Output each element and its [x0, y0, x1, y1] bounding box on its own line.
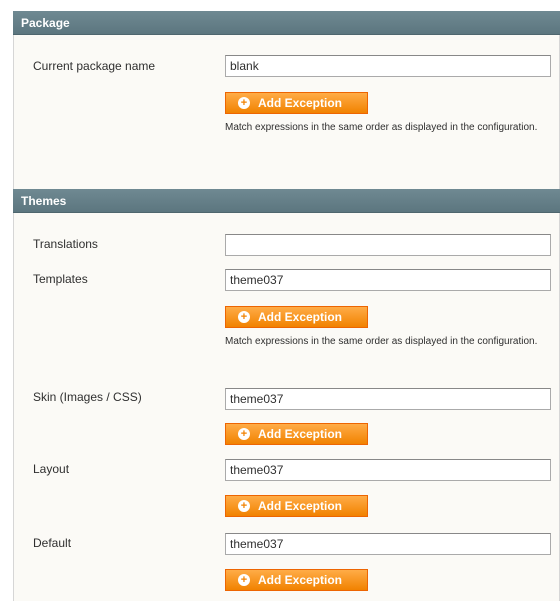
add-exception-label: Add Exception — [258, 96, 343, 110]
templates-note: Match expressions in the same order as d… — [225, 336, 538, 347]
package-add-exception-button[interactable]: + Add Exception — [225, 92, 368, 114]
plus-circle-icon: + — [238, 96, 250, 109]
layout-label: Layout — [33, 462, 70, 476]
layout-input[interactable] — [225, 459, 551, 481]
translations-label: Translations — [33, 237, 98, 251]
translations-input[interactable] — [225, 234, 551, 256]
skin-add-exception-button[interactable]: + Add Exception — [225, 423, 368, 445]
package-section-header[interactable]: Package — [13, 11, 560, 35]
add-exception-label: Add Exception — [258, 427, 343, 441]
default-input[interactable] — [225, 533, 551, 555]
package-note: Match expressions in the same order as d… — [225, 122, 538, 133]
current-package-input[interactable] — [225, 55, 551, 77]
add-exception-label: Add Exception — [258, 573, 343, 587]
add-exception-label: Add Exception — [258, 310, 343, 324]
skin-input[interactable] — [225, 388, 551, 410]
themes-section-header[interactable]: Themes — [13, 189, 560, 213]
design-config-page: Package Current package name + Add Except… — [0, 0, 560, 601]
templates-input[interactable] — [225, 269, 551, 291]
plus-circle-icon: + — [238, 310, 250, 323]
add-exception-label: Add Exception — [258, 499, 343, 513]
current-package-label: Current package name — [33, 59, 156, 73]
templates-add-exception-button[interactable]: + Add Exception — [225, 306, 368, 328]
default-add-exception-button[interactable]: + Add Exception — [225, 569, 368, 591]
package-header-title: Package — [21, 16, 70, 30]
themes-header-title: Themes — [21, 194, 67, 208]
default-label: Default — [33, 536, 72, 550]
plus-circle-icon: + — [238, 427, 250, 440]
plus-circle-icon: + — [238, 499, 250, 512]
templates-label: Templates — [33, 272, 88, 286]
layout-add-exception-button[interactable]: + Add Exception — [225, 495, 368, 517]
skin-label: Skin (Images / CSS) — [33, 390, 142, 404]
plus-circle-icon: + — [238, 573, 250, 586]
